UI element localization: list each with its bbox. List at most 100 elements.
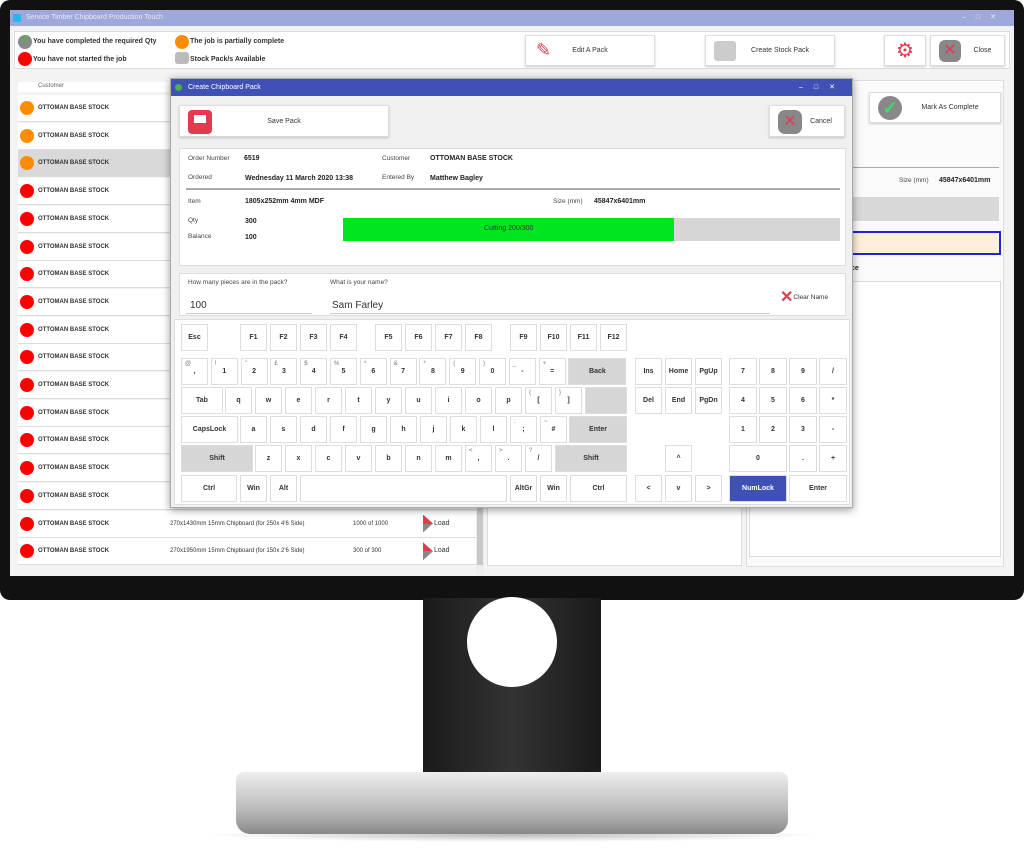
key[interactable]: F8 (465, 324, 492, 351)
clear-name-button[interactable]: ✕ Clear Name (780, 288, 828, 306)
key[interactable]: F3 (300, 324, 327, 351)
key[interactable]: 1 (729, 416, 757, 443)
key[interactable]: F7 (435, 324, 462, 351)
key[interactable]: > (695, 475, 722, 502)
key[interactable]: - (819, 416, 847, 443)
key[interactable]: }] (555, 387, 582, 414)
key[interactable]: g (360, 416, 387, 443)
key[interactable]: 5 (759, 387, 787, 414)
key[interactable]: / (819, 358, 847, 385)
load-button[interactable]: Load (434, 520, 450, 527)
key[interactable]: F2 (270, 324, 297, 351)
key[interactable]: Back (568, 358, 627, 385)
create-stock-pack-button[interactable]: Create Stock Pack (705, 35, 835, 66)
key[interactable]: Ctrl (570, 475, 627, 502)
key[interactable]: F1 (240, 324, 267, 351)
key[interactable]: w (255, 387, 282, 414)
key[interactable]: v (345, 445, 372, 472)
key[interactable]: ! 1 (210, 358, 238, 385)
key[interactable]: £3 (270, 358, 298, 385)
key[interactable]: @, (181, 358, 208, 385)
key[interactable]: n (405, 445, 432, 472)
key[interactable]: q (225, 387, 252, 414)
key[interactable]: s (270, 416, 297, 443)
job-row[interactable]: OTTOMAN BASE STOCK 270x1430mm 15mm Chipbo… (18, 510, 478, 538)
key[interactable]: {[ (525, 387, 552, 414)
key[interactable]: Home (665, 358, 692, 385)
key[interactable]: r (315, 387, 342, 414)
key[interactable]: F11 (570, 324, 597, 351)
key[interactable]: CapsLock (181, 416, 238, 443)
key[interactable]: Enter (569, 416, 627, 443)
window-controls[interactable]: –□✕ (962, 10, 1006, 26)
key[interactable]: * 8 (419, 358, 447, 385)
key[interactable]: Del (635, 387, 662, 414)
load-button[interactable]: Load (434, 547, 450, 554)
key[interactable]: d (300, 416, 327, 443)
key[interactable]: >. (495, 445, 522, 472)
key[interactable]: Shift (181, 445, 253, 472)
key[interactable]: NumLock (729, 475, 787, 502)
key[interactable]: Alt (270, 475, 297, 502)
key[interactable]: 0 (729, 445, 787, 472)
key[interactable]: a (240, 416, 267, 443)
key[interactable]: ^ (665, 445, 692, 472)
key[interactable]: m (435, 445, 462, 472)
key[interactable]: c (315, 445, 342, 472)
key[interactable]: ~ # (540, 416, 567, 443)
key[interactable]: F5 (375, 324, 402, 351)
key[interactable]: u (405, 387, 432, 414)
key[interactable]: Win (240, 475, 267, 502)
key[interactable]: 6 (789, 387, 817, 414)
key[interactable]: (9 (449, 358, 477, 385)
key[interactable]: l (480, 416, 507, 443)
key[interactable]: Ctrl (181, 475, 237, 502)
key[interactable]: + (819, 445, 847, 472)
key[interactable]: 7 (729, 358, 757, 385)
key[interactable]: <, (465, 445, 492, 472)
key[interactable]: i (435, 387, 462, 414)
key[interactable]: Ins (635, 358, 662, 385)
key[interactable] (585, 387, 627, 414)
key[interactable]: y (375, 387, 402, 414)
key[interactable]: ? / (525, 445, 552, 472)
key[interactable]: F12 (600, 324, 627, 351)
key[interactable]: 9 (789, 358, 817, 385)
key[interactable]: End (665, 387, 692, 414)
key[interactable]: ) 0 (479, 358, 506, 385)
key[interactable]: PgUp (695, 358, 722, 385)
key[interactable]: 2 (759, 416, 787, 443)
job-row[interactable]: OTTOMAN BASE STOCK 270x1950mm 15mm Chipbo… (18, 538, 478, 566)
edit-pack-button[interactable]: ✎ Edit A Pack (525, 35, 655, 66)
key[interactable]: :; (510, 416, 537, 443)
key[interactable]: t (345, 387, 372, 414)
key[interactable]: 8 (759, 358, 787, 385)
settings-button[interactable]: ⚙ (884, 35, 926, 66)
key[interactable]: Tab (181, 387, 223, 414)
name-input[interactable]: Sam Farley (330, 294, 770, 314)
key[interactable]: F9 (510, 324, 537, 351)
key[interactable]: Win (540, 475, 567, 502)
key[interactable]: F4 (330, 324, 357, 351)
key[interactable]: e (285, 387, 312, 414)
key[interactable]: F10 (540, 324, 567, 351)
cancel-button[interactable]: ✕ Cancel (769, 105, 845, 137)
key[interactable]: o (465, 387, 492, 414)
key[interactable]: " 2 (240, 358, 268, 385)
mark-complete-button[interactable]: ✓ Mark As Complete (869, 92, 1001, 123)
key[interactable]: PgDn (695, 387, 722, 414)
save-pack-button[interactable]: Save Pack (179, 105, 389, 137)
key[interactable]: $4 (300, 358, 328, 385)
pieces-input[interactable]: 100 (186, 294, 312, 314)
key[interactable]: AltGr (510, 475, 537, 502)
key[interactable]: * (819, 387, 847, 414)
key[interactable]: Shift (555, 445, 627, 472)
key[interactable]: f (330, 416, 357, 443)
key[interactable]: z (255, 445, 282, 472)
key[interactable]: + = (538, 358, 566, 385)
key[interactable]: h (390, 416, 417, 443)
key[interactable]: b (375, 445, 402, 472)
key[interactable]: % 5 (330, 358, 357, 385)
key[interactable]: < (635, 475, 662, 502)
close-button[interactable]: ✕ Close (930, 35, 1005, 66)
